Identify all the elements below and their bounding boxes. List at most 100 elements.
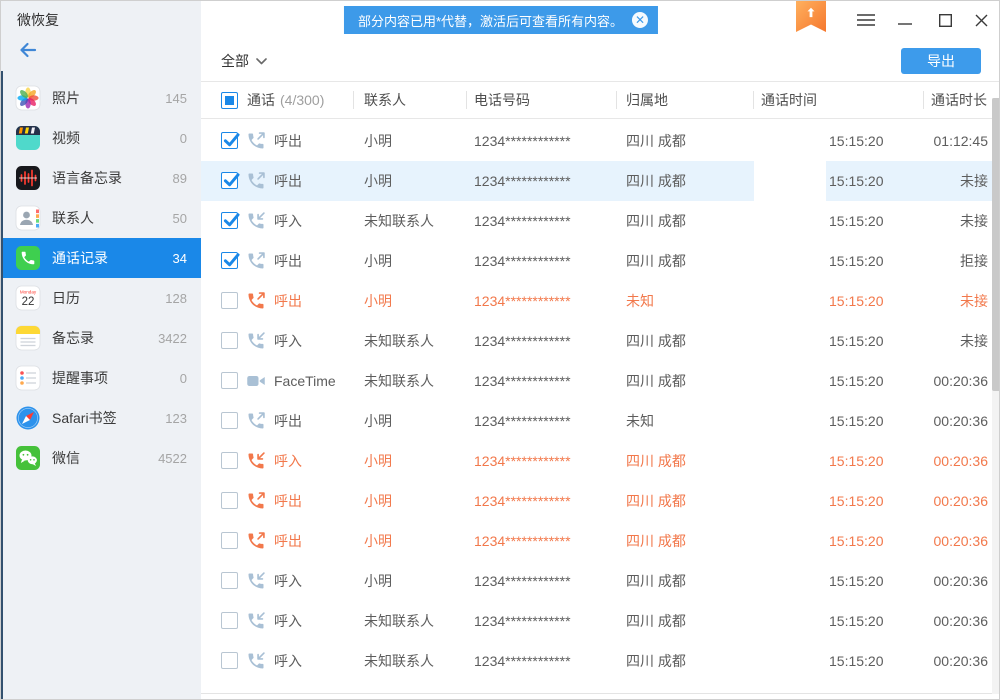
row-checkbox[interactable]: [221, 572, 238, 589]
table-row[interactable]: 呼入 未知联系人 1234************ 四川 成都 15:15:20…: [201, 321, 992, 361]
safari-icon: [15, 405, 41, 431]
banner-close-icon[interactable]: ✕: [632, 12, 648, 28]
filter-dropdown[interactable]: 全部: [221, 41, 267, 81]
upgrade-ribbon-icon[interactable]: [796, 1, 826, 32]
sidebar-item-6[interactable]: Monday22 日历 128: [1, 278, 201, 318]
table-row[interactable]: 呼出 小明 1234************ 四川 成都 15:15:20 00…: [201, 481, 992, 521]
table-row[interactable]: 呼出 小明 1234************ 四川 成都 15:15:20 00…: [201, 521, 992, 561]
row-checkbox[interactable]: [221, 212, 238, 229]
column-divider: [466, 91, 467, 109]
outgoing-call-icon: [246, 491, 266, 511]
notice-banner-text: 部分内容已用*代替，激活后可查看所有内容。: [358, 11, 623, 30]
close-button[interactable]: [967, 8, 995, 32]
table-row[interactable]: 呼入 未知联系人 1234************ 四川 成都 15:15:20…: [201, 201, 992, 241]
voice-memos-icon: [15, 165, 41, 191]
row-checkbox[interactable]: [221, 172, 238, 189]
sidebar-item-label: 备忘录: [52, 328, 158, 348]
table-row[interactable]: 呼出 小明 1234************ 四川 成都 15:15:20 01…: [201, 121, 992, 161]
contact-name: 未知联系人: [364, 601, 434, 641]
call-time: 15:15:20: [829, 201, 884, 241]
column-duration: 通话时长: [931, 82, 987, 118]
app-title: 微恢复: [17, 10, 59, 30]
column-divider: [753, 91, 754, 109]
sidebar-item-2[interactable]: 视频 0: [1, 118, 201, 158]
export-button[interactable]: 导出: [901, 48, 981, 74]
sidebar-item-label: 日历: [52, 288, 165, 308]
sidebar-item-count: 0: [180, 131, 187, 146]
incoming-call-icon: [246, 571, 266, 591]
contacts-icon: [15, 205, 41, 231]
call-time: 15:15:20: [829, 361, 884, 401]
call-type: FaceTime: [274, 361, 336, 401]
location: 四川 成都: [626, 521, 686, 561]
table-row[interactable]: FaceTime 未知联系人 1234************ 四川 成都 15…: [201, 361, 992, 401]
sidebar-item-9[interactable]: Safari书签 123: [1, 398, 201, 438]
table-row[interactable]: 呼出 小明 1234************ 未知 15:15:20 未接: [201, 281, 992, 321]
location: 四川 成都: [626, 361, 686, 401]
table-row[interactable]: 呼入 小明 1234************ 四川 成都 15:15:20 00…: [201, 441, 992, 481]
sidebar-item-count: 3422: [158, 331, 187, 346]
vertical-scrollbar: [992, 98, 1000, 694]
outgoing-call-icon: [246, 531, 266, 551]
row-checkbox[interactable]: [221, 532, 238, 549]
incoming-call-icon: [246, 451, 266, 471]
call-time: 15:15:20: [829, 321, 884, 361]
row-checkbox[interactable]: [221, 452, 238, 469]
call-time: 15:15:20: [829, 441, 884, 481]
row-checkbox[interactable]: [221, 132, 238, 149]
outgoing-call-icon: [246, 291, 266, 311]
maximize-button[interactable]: [931, 8, 959, 32]
row-checkbox[interactable]: [221, 372, 238, 389]
call-type: 呼出: [274, 161, 302, 201]
sidebar: 微恢复 照片 145 视频 0 语言备忘录 89 联系人 50 通话记录 34 …: [1, 1, 201, 700]
row-checkbox[interactable]: [221, 652, 238, 669]
phone-number: 1234************: [474, 121, 571, 161]
back-arrow-icon[interactable]: [14, 37, 40, 63]
sidebar-item-label: 照片: [52, 88, 165, 108]
sidebar-item-1[interactable]: 照片 145: [1, 78, 201, 118]
svg-text:22: 22: [22, 296, 35, 308]
sidebar-item-count: 0: [180, 371, 187, 386]
table-row[interactable]: 呼入 未知联系人 1234************ 四川 成都 15:15:20…: [201, 601, 992, 641]
sidebar-item-count: 145: [165, 91, 187, 106]
phone-number: 1234************: [474, 241, 571, 281]
sidebar-item-3[interactable]: 语言备忘录 89: [1, 158, 201, 198]
row-checkbox[interactable]: [221, 492, 238, 509]
sidebar-item-10[interactable]: 微信 4522: [1, 438, 201, 478]
sidebar-item-4[interactable]: 联系人 50: [1, 198, 201, 238]
table-row[interactable]: 呼出 小明 1234************ 未知 15:15:20 00:20…: [201, 401, 992, 441]
table-row[interactable]: 呼入 未知联系人 1234************ 四川 成都 15:15:20…: [201, 641, 992, 681]
incoming-call-icon: [246, 651, 266, 671]
call-duration: 未接: [960, 281, 988, 321]
outgoing-call-icon: [246, 131, 266, 151]
row-checkbox[interactable]: [221, 412, 238, 429]
call-type: 呼出: [274, 241, 302, 281]
contact-name: 小明: [364, 481, 392, 521]
row-checkbox[interactable]: [221, 252, 238, 269]
call-duration: 00:20:36: [934, 601, 989, 641]
contact-name: 小明: [364, 401, 392, 441]
call-duration: 00:20:36: [934, 481, 989, 521]
sidebar-item-7[interactable]: 备忘录 3422: [1, 318, 201, 358]
row-checkbox[interactable]: [221, 612, 238, 629]
app-window: 微恢复 照片 145 视频 0 语言备忘录 89 联系人 50 通话记录 34 …: [0, 0, 1000, 700]
minimize-button[interactable]: [891, 8, 919, 32]
contact-name: 未知联系人: [364, 641, 434, 681]
table-row[interactable]: 呼入 小明 1234************ 四川 成都 15:15:20 00…: [201, 561, 992, 601]
select-all-checkbox[interactable]: [221, 92, 238, 109]
row-checkbox[interactable]: [221, 292, 238, 309]
phone-number: 1234************: [474, 361, 571, 401]
sidebar-item-5[interactable]: 通话记录 34: [1, 238, 201, 278]
menu-icon[interactable]: [852, 8, 880, 32]
outgoing-call-icon: [246, 251, 266, 271]
table-row[interactable]: 呼出 小明 1234************ 四川 成都 15:15:20 未接: [201, 161, 992, 201]
table-row[interactable]: 呼出 小明 1234************ 四川 成都 15:15:20 拒接: [201, 241, 992, 281]
wechat-icon: [15, 445, 41, 471]
reminders-icon: [15, 365, 41, 391]
scrollbar-thumb[interactable]: [992, 98, 1000, 391]
row-checkbox[interactable]: [221, 332, 238, 349]
sidebar-item-8[interactable]: 提醒事项 0: [1, 358, 201, 398]
call-duration: 00:20:36: [934, 561, 989, 601]
checkbox-partial-mark: [225, 96, 234, 105]
notes-icon: [15, 325, 41, 351]
